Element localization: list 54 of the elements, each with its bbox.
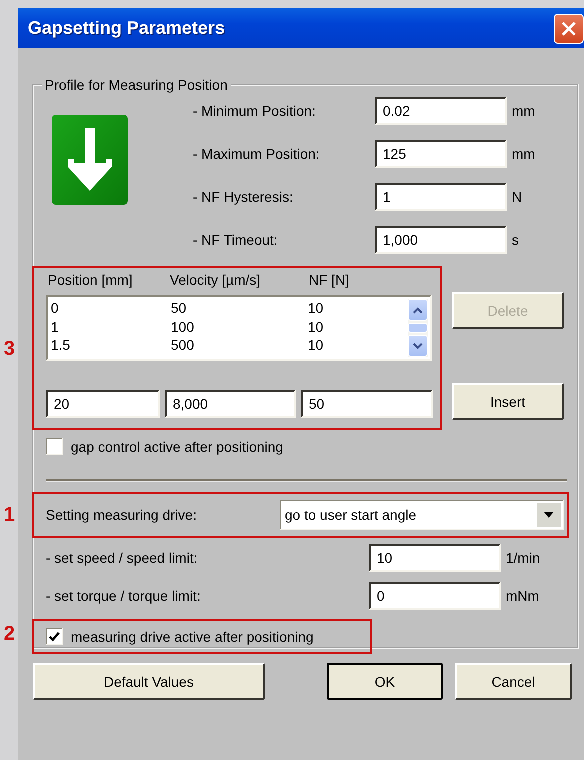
checkmark-icon — [49, 632, 60, 642]
field-label: - NF Hysteresis: — [193, 189, 294, 205]
dialog-button[interactable]: Default Values — [33, 663, 265, 700]
unit-label: N — [512, 189, 522, 205]
unit-label: mNm — [506, 588, 540, 604]
dialog-button[interactable]: OK — [326, 663, 443, 700]
callout-number: 2 — [4, 623, 16, 646]
column-header: Position [mm] — [47, 272, 134, 288]
dialog-button[interactable]: Cancel — [454, 663, 572, 700]
list-cell-text: 500 — [171, 337, 196, 354]
list-cell-text: 1 — [51, 318, 60, 335]
field-label: - set torque / torque limit: — [46, 588, 202, 604]
number-field[interactable]: 1 — [375, 183, 507, 211]
callout-number: 3 — [4, 338, 16, 361]
checkbox[interactable] — [46, 628, 63, 645]
field-label: Setting measuring drive: — [46, 507, 198, 523]
checkbox-row[interactable]: gap control active after positioning — [46, 438, 569, 455]
list-cell-text: 10 — [308, 337, 325, 354]
number-field[interactable]: 0.02 — [375, 97, 507, 125]
number-field[interactable]: 8,000 — [165, 390, 296, 418]
number-field[interactable]: 10 — [369, 544, 501, 572]
number-field[interactable]: 20 — [46, 390, 160, 418]
list-cell-text: 10 — [308, 300, 325, 316]
list-cell-text: 1.5 — [51, 337, 72, 354]
number-field[interactable]: 50 — [301, 390, 433, 418]
profile-list[interactable]: 0 50 10 1 100 10 1.5 500 10 — [46, 295, 432, 361]
column-header: Velocity [µm/s] — [169, 272, 262, 288]
field-label: - NF Timeout: — [193, 232, 279, 248]
close-button[interactable] — [554, 14, 584, 44]
list-cell-text: 0 — [51, 300, 60, 316]
group-title: Profile for Measuring Position — [44, 77, 229, 93]
list-cell-text: 100 — [171, 318, 196, 335]
insert-button[interactable]: Insert — [452, 383, 564, 420]
list-cell-text: 50 — [171, 300, 188, 316]
unit-label: mm — [512, 146, 536, 162]
list-cell-text: 10 — [308, 318, 325, 335]
field-label: - set speed / speed limit: — [46, 550, 199, 566]
number-field[interactable]: 125 — [375, 140, 507, 168]
callout-number: 1 — [4, 504, 16, 527]
caret-icon — [544, 512, 554, 518]
unit-label: mm — [512, 103, 536, 119]
window-title: Gapsetting Parameters — [28, 18, 226, 38]
unit-label: s — [512, 232, 519, 248]
column-header: NF [N] — [308, 272, 350, 288]
dropdown[interactable]: go to user start angle — [280, 500, 564, 530]
scrollbar[interactable] — [408, 299, 428, 357]
field-label: - Maximum Position: — [193, 146, 321, 162]
checkbox[interactable] — [46, 438, 63, 455]
field-label: - Minimum Position: — [193, 103, 317, 119]
unit-label: 1/min — [506, 550, 540, 566]
number-field[interactable]: 0 — [369, 582, 501, 610]
close-icon — [561, 21, 577, 37]
number-field[interactable]: 1,000 — [375, 226, 507, 254]
checkbox-label: gap control active after positioning — [71, 438, 284, 454]
